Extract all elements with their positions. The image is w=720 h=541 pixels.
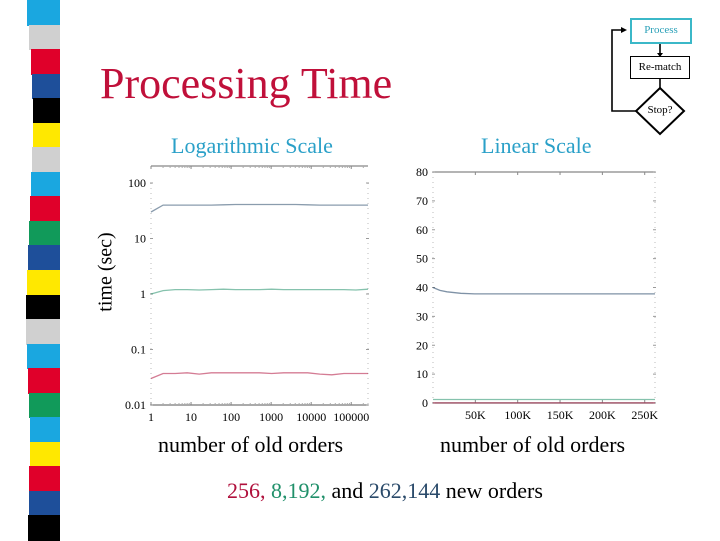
log-chart-y-tick-label: 0.01: [125, 398, 146, 412]
charts-canvas: 0.01 0.1 1 10 100 1 10 100 1000 10000 100000 0 10 20 3…: [125, 165, 658, 424]
log-chart-x-axis-title: number of old orders: [158, 432, 344, 457]
log-chart-series-line-256: [150, 372, 368, 380]
linear-chart-x-axis-title: number of old orders: [440, 432, 626, 457]
log-chart-x-tick-label: 10000: [296, 410, 326, 424]
linear-chart-y-tick-label: 30: [416, 309, 428, 323]
footer-caption: 256, 8,192, and 262,144 new orders: [227, 478, 543, 504]
log-chart-y-tick-label: 10: [134, 232, 146, 246]
log-chart-x-tick-label: 1000: [259, 410, 283, 424]
linear-chart-y-tick-label: 50: [416, 252, 428, 266]
log-chart-y-tick-label: 1: [140, 287, 146, 301]
linear-chart-x-tick-label: 50K: [465, 408, 486, 422]
footer-and: and: [331, 478, 364, 503]
linear-chart-x-tick-label: 250K: [631, 408, 658, 422]
footer-256: 256,: [227, 478, 266, 503]
linear-chart-y-tick-label: 20: [416, 338, 428, 352]
footer-262144: 262,144: [368, 478, 441, 503]
linear-chart-series-line-262144: [432, 286, 655, 295]
log-chart-x-tick-label: 100000: [333, 410, 369, 424]
log-chart-x-tick-label: 1: [148, 410, 154, 424]
footer-new-orders: new orders: [445, 478, 543, 503]
linear-chart-x-tick-label: 200K: [589, 408, 616, 422]
log-chart-series-line-262144: [150, 203, 368, 213]
log-chart-x-tick-label: 100: [222, 410, 240, 424]
linear-chart-x-tick-label: 150K: [547, 408, 574, 422]
linear-chart-y-tick-label: 70: [416, 194, 428, 208]
log-chart-y-tick-label: 100: [128, 176, 146, 190]
linear-chart-x-tick-label: 100K: [504, 408, 531, 422]
linear-chart-y-tick-label: 60: [416, 223, 428, 237]
linear-chart-y-tick-label: 10: [416, 367, 428, 381]
log-chart-series-line-8192: [150, 288, 369, 295]
linear-chart-y-tick-label: 40: [416, 281, 428, 295]
log-chart-y-tick-label: 0.1: [131, 343, 146, 357]
footer-8192: 8,192,: [271, 478, 326, 503]
linear-chart-y-tick-label: 80: [416, 165, 428, 179]
linear-chart-y-tick-label: 0: [422, 396, 428, 410]
log-chart-x-tick-label: 10: [185, 410, 197, 424]
